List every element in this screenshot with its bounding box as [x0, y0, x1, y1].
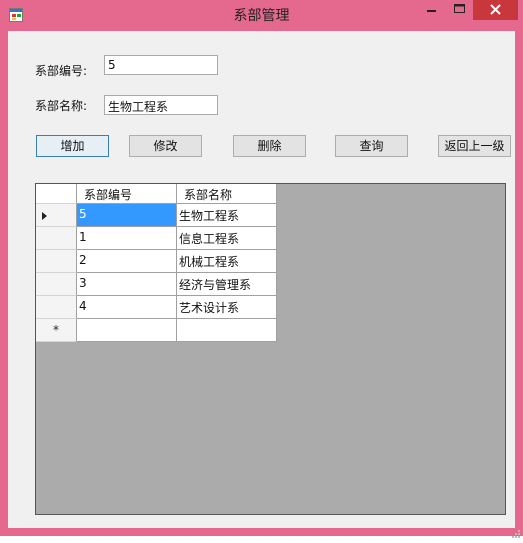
row-header[interactable] [36, 227, 77, 250]
resize-grip-icon[interactable] [511, 524, 521, 538]
column-header-name[interactable]: 系部名称 [177, 184, 277, 204]
row-pointer-icon [42, 212, 47, 220]
close-button[interactable] [473, 0, 518, 20]
table-cell-name[interactable]: 艺术设计系 [177, 296, 277, 319]
delete-button[interactable]: 删除 [233, 135, 306, 157]
main-window: 系部管理 系部编号: 5 系部名称: 生物工程系 增加 修改 删除 查询 返回上… [0, 0, 523, 538]
maximize-button[interactable] [447, 0, 473, 20]
new-row-header[interactable]: * [36, 319, 77, 342]
dept-name-label: 系部名称: [35, 99, 88, 113]
row-header[interactable] [36, 296, 77, 319]
table-cell-id[interactable]: 1 [77, 227, 177, 250]
table-cell-id[interactable]: 4 [77, 296, 177, 319]
back-button[interactable]: 返回上一级 [438, 135, 511, 157]
new-row-cell-name[interactable] [177, 319, 277, 342]
maximize-icon [454, 4, 465, 13]
table-cell-id[interactable]: 2 [77, 250, 177, 273]
minimize-button[interactable] [418, 0, 446, 20]
edit-button[interactable]: 修改 [129, 135, 202, 157]
table-cell-name[interactable]: 生物工程系 [177, 204, 277, 227]
grid-corner-header[interactable] [36, 184, 77, 204]
row-header[interactable] [36, 273, 77, 296]
close-icon [490, 4, 501, 15]
add-button[interactable]: 增加 [36, 135, 109, 157]
table-cell-id[interactable]: 3 [77, 273, 177, 296]
title-bar[interactable]: 系部管理 [0, 0, 523, 30]
row-header[interactable] [36, 250, 77, 273]
column-header-id[interactable]: 系部编号 [77, 184, 177, 204]
form-client-area: 系部编号: 5 系部名称: 生物工程系 增加 修改 删除 查询 返回上一级 系部… [8, 31, 515, 528]
new-row-cell-id[interactable] [77, 319, 177, 342]
table-cell-name[interactable]: 机械工程系 [177, 250, 277, 273]
dept-id-field[interactable]: 5 [104, 55, 218, 75]
dept-data-grid[interactable]: 系部编号 系部名称 5 生物工程系 1 信息工程系 2 机械工程系 3 经济与管… [35, 183, 506, 515]
table-cell-name[interactable]: 信息工程系 [177, 227, 277, 250]
row-header[interactable] [36, 204, 77, 227]
dept-id-label: 系部编号: [35, 64, 88, 78]
table-cell-name[interactable]: 经济与管理系 [177, 273, 277, 296]
minimize-icon [427, 10, 436, 12]
query-button[interactable]: 查询 [335, 135, 408, 157]
table-cell-id[interactable]: 5 [77, 204, 177, 227]
dept-name-field[interactable]: 生物工程系 [104, 95, 218, 115]
